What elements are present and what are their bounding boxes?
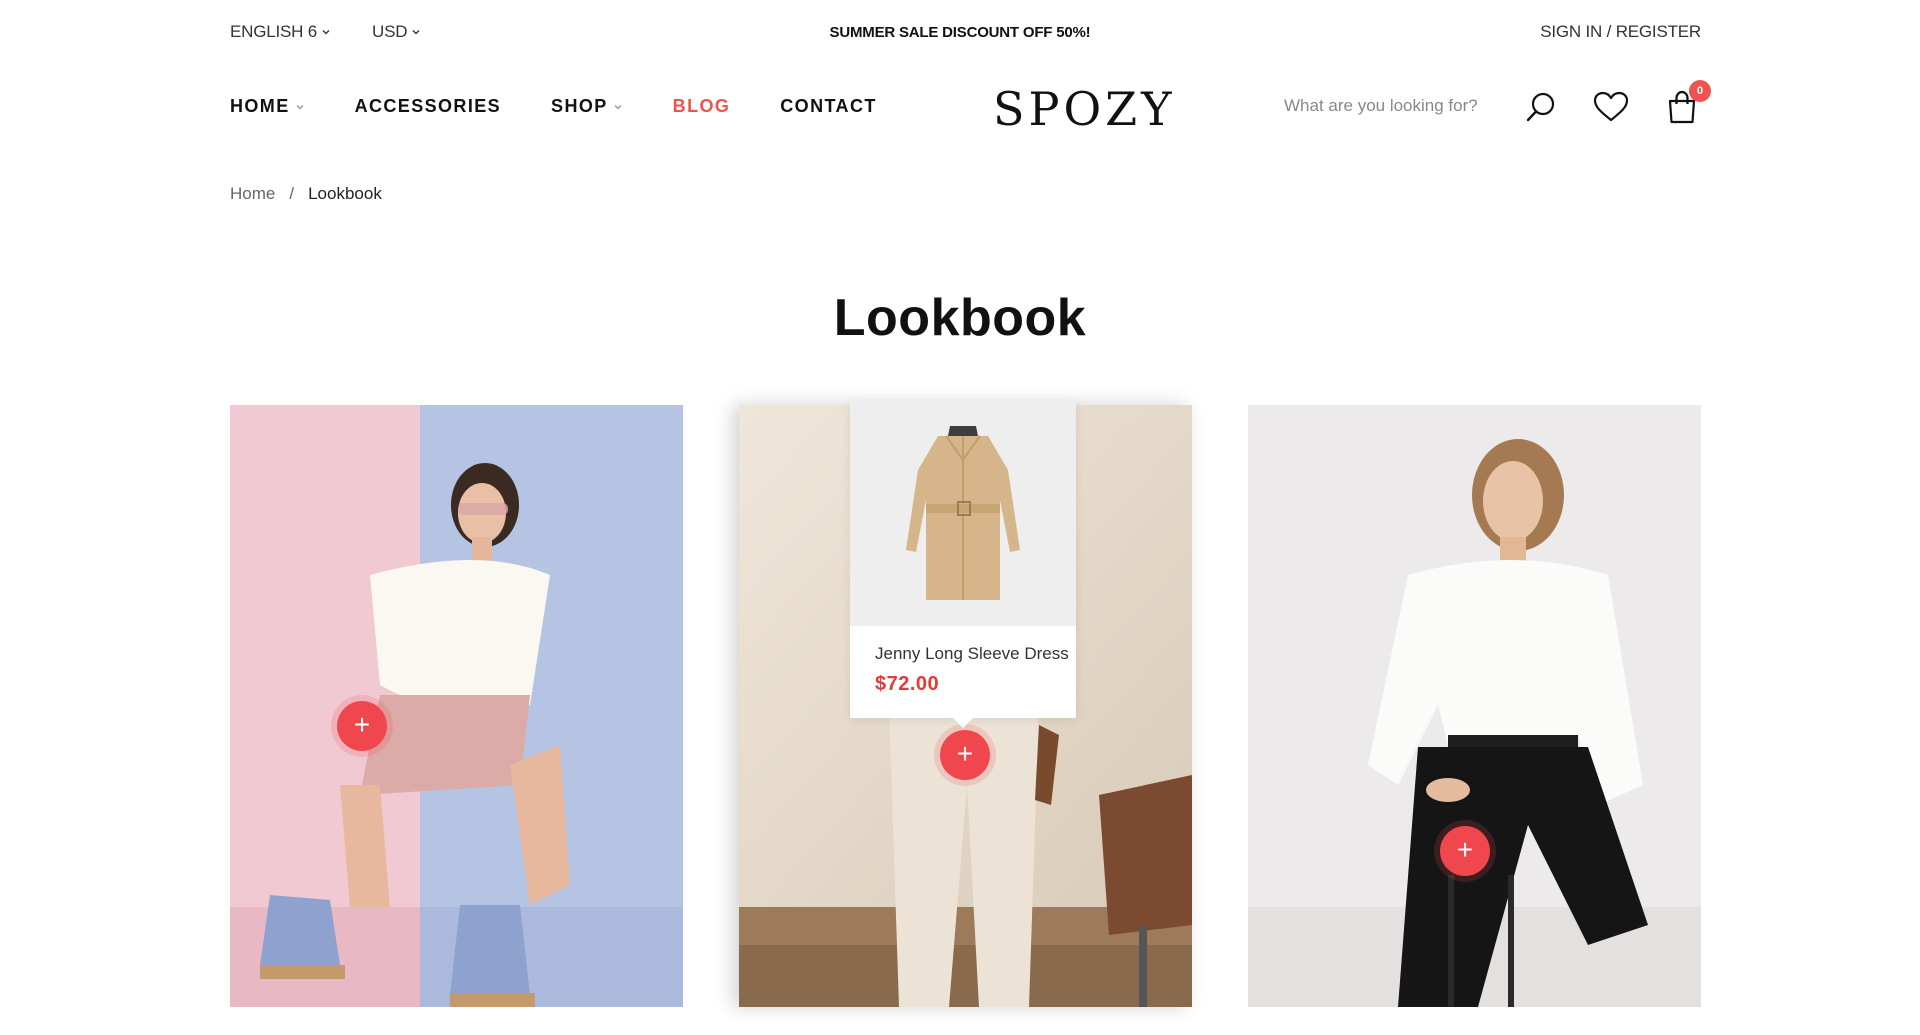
plus-icon: + (1456, 834, 1474, 865)
main-nav: HOME ACCESSORIES SHOP BLOG CONTACT (230, 96, 927, 117)
breadcrumb-home-link[interactable]: Home (230, 184, 275, 204)
nav-item-label: SHOP (551, 96, 608, 116)
site-logo[interactable]: SPOZY (993, 82, 1176, 136)
cart-button[interactable]: 0 (1663, 80, 1711, 126)
page-title: Lookbook (833, 289, 1087, 347)
nav-item-blog[interactable]: BLOG (673, 96, 731, 117)
product-thumbnail[interactable] (850, 400, 1076, 626)
trench-coat-image (906, 426, 1020, 600)
nav-item-label: BLOG (672, 96, 731, 116)
nav-item-contact[interactable]: CONTACT (780, 96, 876, 117)
plus-icon: + (353, 709, 371, 740)
currency-selector[interactable]: USD (372, 22, 421, 42)
search-input[interactable]: What are you looking for? (1284, 96, 1478, 116)
nav-item-label: ACCESSORIES (354, 96, 502, 116)
product-popup[interactable]: Jenny Long Sleeve Dress $72.00 (850, 400, 1076, 728)
plus-icon: + (956, 738, 974, 769)
nav-item-home[interactable]: HOME (230, 96, 305, 117)
nav-item-label: HOME (230, 96, 290, 116)
wishlist-button[interactable] (1592, 88, 1630, 126)
lookbook-hotspot-1[interactable]: + (337, 701, 387, 751)
lookbook-card-3: + (1248, 405, 1701, 1007)
breadcrumb-separator: / (289, 184, 295, 203)
heart-icon (1593, 91, 1629, 122)
lookbook-hotspot-2[interactable]: + (940, 730, 990, 780)
lookbook-card-1: + (230, 405, 683, 1007)
language-selector[interactable]: ENGLISH 6 (230, 22, 331, 42)
top-bar: ENGLISH 6 USD SUMMER SALE DISCOUNT OFF 5… (0, 0, 1920, 66)
nav-item-shop[interactable]: SHOP (551, 96, 623, 117)
cart-count-badge: 0 (1689, 80, 1711, 102)
chevron-down-icon (295, 102, 305, 112)
promo-banner: SUMMER SALE DISCOUNT OFF 50%! (829, 24, 1091, 41)
chevron-down-icon (613, 102, 623, 112)
search-button[interactable] (1522, 88, 1560, 126)
lookbook-photo-3 (1248, 405, 1701, 1007)
product-price: $72.00 (875, 673, 940, 695)
currency-label: USD (372, 22, 408, 41)
nav-item-label: CONTACT (780, 96, 877, 116)
popup-pointer (953, 718, 973, 728)
search-icon (1526, 92, 1555, 122)
sign-in-register-link[interactable]: SIGN IN / REGISTER (1540, 22, 1701, 42)
lookbook-photo-1 (230, 405, 683, 1007)
language-label: ENGLISH 6 (230, 22, 318, 41)
nav-item-accessories[interactable]: ACCESSORIES (355, 96, 501, 117)
chevron-down-icon (411, 27, 421, 37)
lookbook-hotspot-3[interactable]: + (1440, 826, 1490, 876)
breadcrumb: Home / Lookbook (230, 184, 382, 204)
product-name[interactable]: Jenny Long Sleeve Dress (875, 644, 1069, 664)
chevron-down-icon (321, 27, 331, 37)
main-header: HOME ACCESSORIES SHOP BLOG CONTACT SPOZY… (0, 66, 1920, 150)
breadcrumb-current: Lookbook (308, 184, 382, 203)
